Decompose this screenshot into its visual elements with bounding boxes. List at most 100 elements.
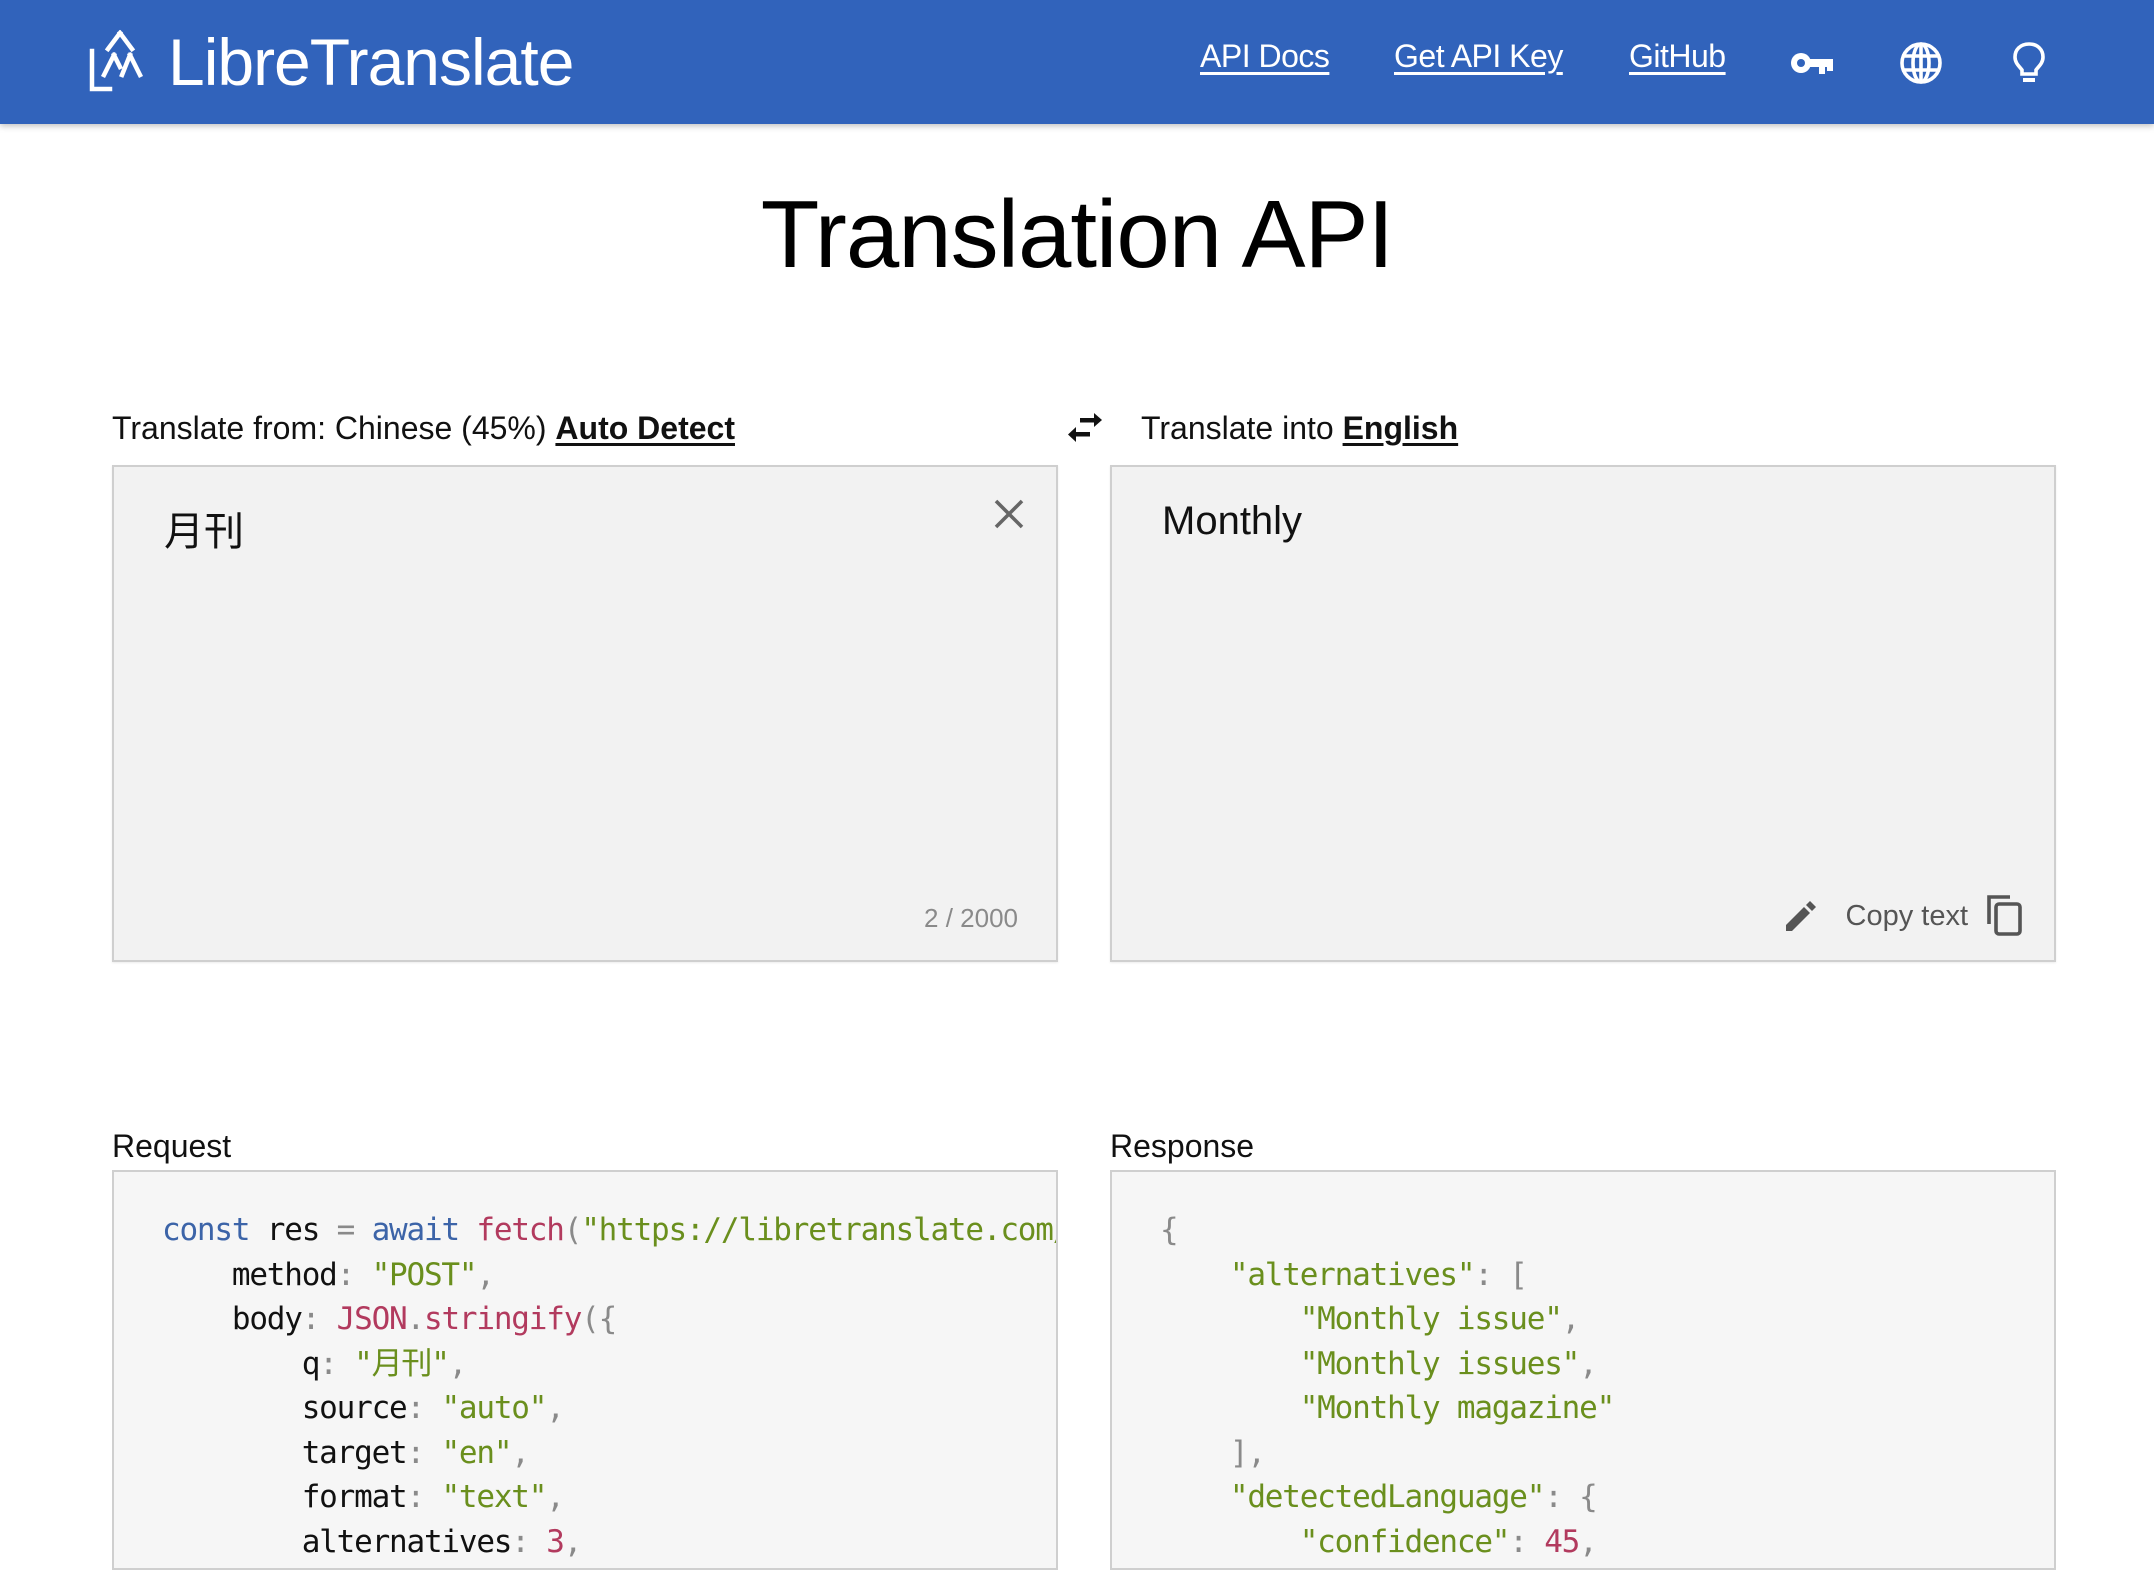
code-token: : [406,1434,442,1471]
code-token: "月刊" [354,1345,450,1382]
code-token: , [1561,1301,1581,1337]
code-line: "Monthly issue", [1160,1297,1614,1342]
request-label: Request [112,1128,232,1164]
code-line: "Monthly magazine" [1160,1386,1616,1431]
target-language-selector[interactable]: English [1343,410,1459,446]
brand-name: LibreTranslate [168,25,574,99]
source-text-input[interactable]: 月刊 2 / 2000 [112,465,1058,962]
code-line: body: JSON.stringify({ [162,1297,1056,1342]
code-token: "text" [441,1479,547,1515]
code-token: , [563,1523,583,1560]
request-code: const res = await fetch("https://libretr… [162,1208,1058,1565]
brand-home-link[interactable]: LibreTranslate [86,18,574,106]
swap-languages-button[interactable] [1066,410,1104,448]
code-line: "Monthly issues", [1160,1342,1614,1387]
code-token: "Monthly magazine" [1160,1390,1616,1426]
code-line: const res = await fetch("https://libretr… [162,1208,1058,1253]
code-line: alternatives: 3, [162,1520,1056,1565]
code-token: : [1509,1523,1545,1560]
code-token: 45 [1544,1523,1580,1560]
translated-text: Monthly [1162,499,1303,543]
swap-arrows-icon [1068,413,1102,442]
code-token: "https://libretranslate.com/ [581,1212,1058,1248]
code-line: format: "text", [162,1475,1056,1520]
response-label: Response [1110,1128,1255,1164]
code-token: , [511,1434,530,1471]
code-token: method [162,1256,338,1293]
code-token: ( [563,1212,583,1248]
code-token: ({ [581,1301,617,1337]
code-line: { [1160,1208,1614,1253]
code-token: 3 [546,1523,565,1560]
code-token: target [162,1434,408,1471]
translated-text-output: Monthly Copy text [1110,465,2056,962]
code-token: , [546,1390,565,1426]
code-token: { [1160,1212,1179,1248]
source-language-label: Translate from: Chinese (45%) Auto Detec… [112,410,735,447]
output-actions: Copy text [1782,892,2025,940]
code-token: q [162,1345,321,1382]
code-token: : [406,1390,442,1426]
source-text[interactable]: 月刊 [164,499,244,557]
code-token: = [336,1212,356,1248]
code-token: "auto" [441,1390,547,1426]
nav-link-get-api-key[interactable]: Get API Key [1394,38,1563,75]
code-token: : [319,1345,355,1382]
code-token: JSON [336,1301,408,1337]
code-token: "alternatives" [1160,1256,1476,1293]
code-token: source [162,1390,408,1426]
target-language-label: Translate into English [1141,410,1458,447]
code-token: , [476,1256,495,1293]
code-token: : { [1544,1479,1598,1515]
code-token: ], [1160,1434,1266,1471]
copy-text-label: Copy text [1845,899,1969,932]
code-token: fetch [476,1212,565,1248]
code-token: "confidence" [1160,1523,1511,1560]
code-token: res [249,1212,337,1248]
code-token: . [406,1301,426,1337]
code-line: source: "auto", [162,1386,1056,1431]
code-line: "alternatives": [ [1160,1253,1614,1298]
code-token: "detectedLanguage" [1160,1479,1546,1515]
code-token: format [162,1479,408,1515]
code-line: method: "POST", [162,1253,1056,1298]
response-code: { "alternatives": [ "Monthly issue", "Mo… [1160,1208,1616,1565]
source-language-selector[interactable]: Auto Detect [555,410,735,446]
globe-icon[interactable] [1898,40,1944,86]
code-token: : [511,1523,547,1560]
code-token: , [1579,1523,1598,1560]
code-token: "POST" [371,1256,478,1293]
code-token: "Monthly issues" [1160,1345,1581,1382]
copy-text-button[interactable]: Copy text [1846,894,2025,938]
code-token: alternatives [162,1523,513,1560]
code-token: "en" [441,1434,512,1471]
code-token: , [448,1345,468,1382]
close-icon [994,499,1024,529]
suggest-translation-button[interactable] [1782,897,1820,935]
copy-icon [1986,894,2024,938]
nav-link-api-docs[interactable]: API Docs [1200,38,1330,75]
code-token: : [336,1256,372,1293]
target-language-prefix: Translate into [1141,410,1334,446]
pencil-icon [1785,901,1816,931]
code-token: : [406,1479,442,1515]
code-token: , [546,1479,565,1515]
clear-text-button[interactable] [992,497,1026,531]
code-line: q: "月刊", [162,1342,1056,1387]
lightbulb-icon[interactable] [2006,40,2052,86]
code-line: ], [1160,1431,1614,1476]
code-token: : [301,1301,337,1337]
key-icon[interactable] [1789,40,1835,86]
code-token: "Monthly issue" [1160,1301,1563,1337]
request-code-block: const res = await fetch("https://libretr… [112,1170,1058,1570]
code-line: target: "en", [162,1431,1056,1476]
libretranslate-logo-icon [86,29,152,95]
response-code-block: { "alternatives": [ "Monthly issue", "Mo… [1110,1170,2056,1570]
nav-link-github[interactable]: GitHub [1629,38,1726,75]
source-language-prefix: Translate from: Chinese (45%) [112,410,547,446]
code-line: "confidence": 45, [1160,1520,1614,1565]
page-title: Translation API [760,181,1394,288]
code-line: "detectedLanguage": { [1160,1475,1614,1520]
